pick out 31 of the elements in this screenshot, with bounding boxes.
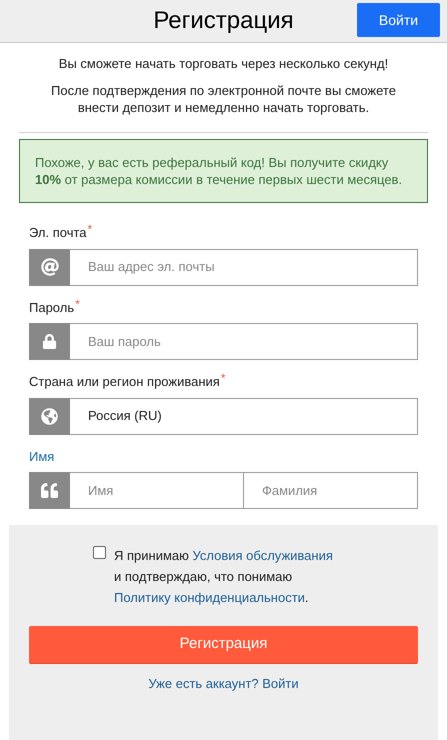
- intro-text: После подтверждения по электронной почте вы сможете внести депозит и немедленно начать торговать.: [50, 82, 397, 116]
- input-field[interactable]: Ваш пароль: [29, 323, 418, 360]
- at-icon: [40, 258, 58, 276]
- input-value: Россия (RU): [88, 407, 162, 426]
- required-mark: *: [88, 223, 92, 235]
- login-button[interactable]: Войти: [357, 3, 440, 37]
- field-label: Пароль: [29, 298, 74, 317]
- terms-text: Я принимаю Условия обслуживания и подтверждаю, что понимаю Политику конфиденциальности.: [114, 547, 334, 607]
- login-link[interactable]: Уже есть аккаунт? Войти: [148, 674, 299, 694]
- input-field[interactable]: Ваш адрес эл. почты: [29, 248, 418, 286]
- field-label: Страна или регион проживания: [29, 373, 220, 391]
- quote-icon: [41, 482, 58, 499]
- required-mark: *: [75, 298, 80, 310]
- referral-notice: Похоже, у вас есть реферальный код! Вы получите скидку 10% от размера комиссии в течение первых шести месяцев.: [19, 139, 428, 203]
- input-placeholder: Ваш адрес эл. почты: [88, 258, 215, 276]
- input-field[interactable]: Имя Фамилия: [29, 472, 418, 509]
- field-label: Имя: [29, 448, 54, 466]
- lock-icon: [42, 334, 57, 349]
- globe-icon: [41, 408, 58, 424]
- terms-link[interactable]: Условия обслуживания: [192, 548, 333, 563]
- intro-text: Вы сможете начать торговать через несколько секунд!: [58, 55, 388, 72]
- required-mark: *: [220, 372, 226, 384]
- input-field[interactable]: Россия (RU): [29, 398, 418, 434]
- field-label: Эл. почта: [29, 224, 87, 242]
- input-placeholder: Ваш пароль: [88, 332, 161, 351]
- terms-checkbox[interactable]: [93, 546, 106, 559]
- input-placeholder: Имя: [88, 482, 114, 500]
- register-button[interactable]: Регистрация: [29, 626, 418, 664]
- page-title: Регистрация: [153, 6, 294, 36]
- privacy-link[interactable]: Политику конфиденциальности: [114, 590, 305, 605]
- input-placeholder: Фамилия: [262, 482, 318, 500]
